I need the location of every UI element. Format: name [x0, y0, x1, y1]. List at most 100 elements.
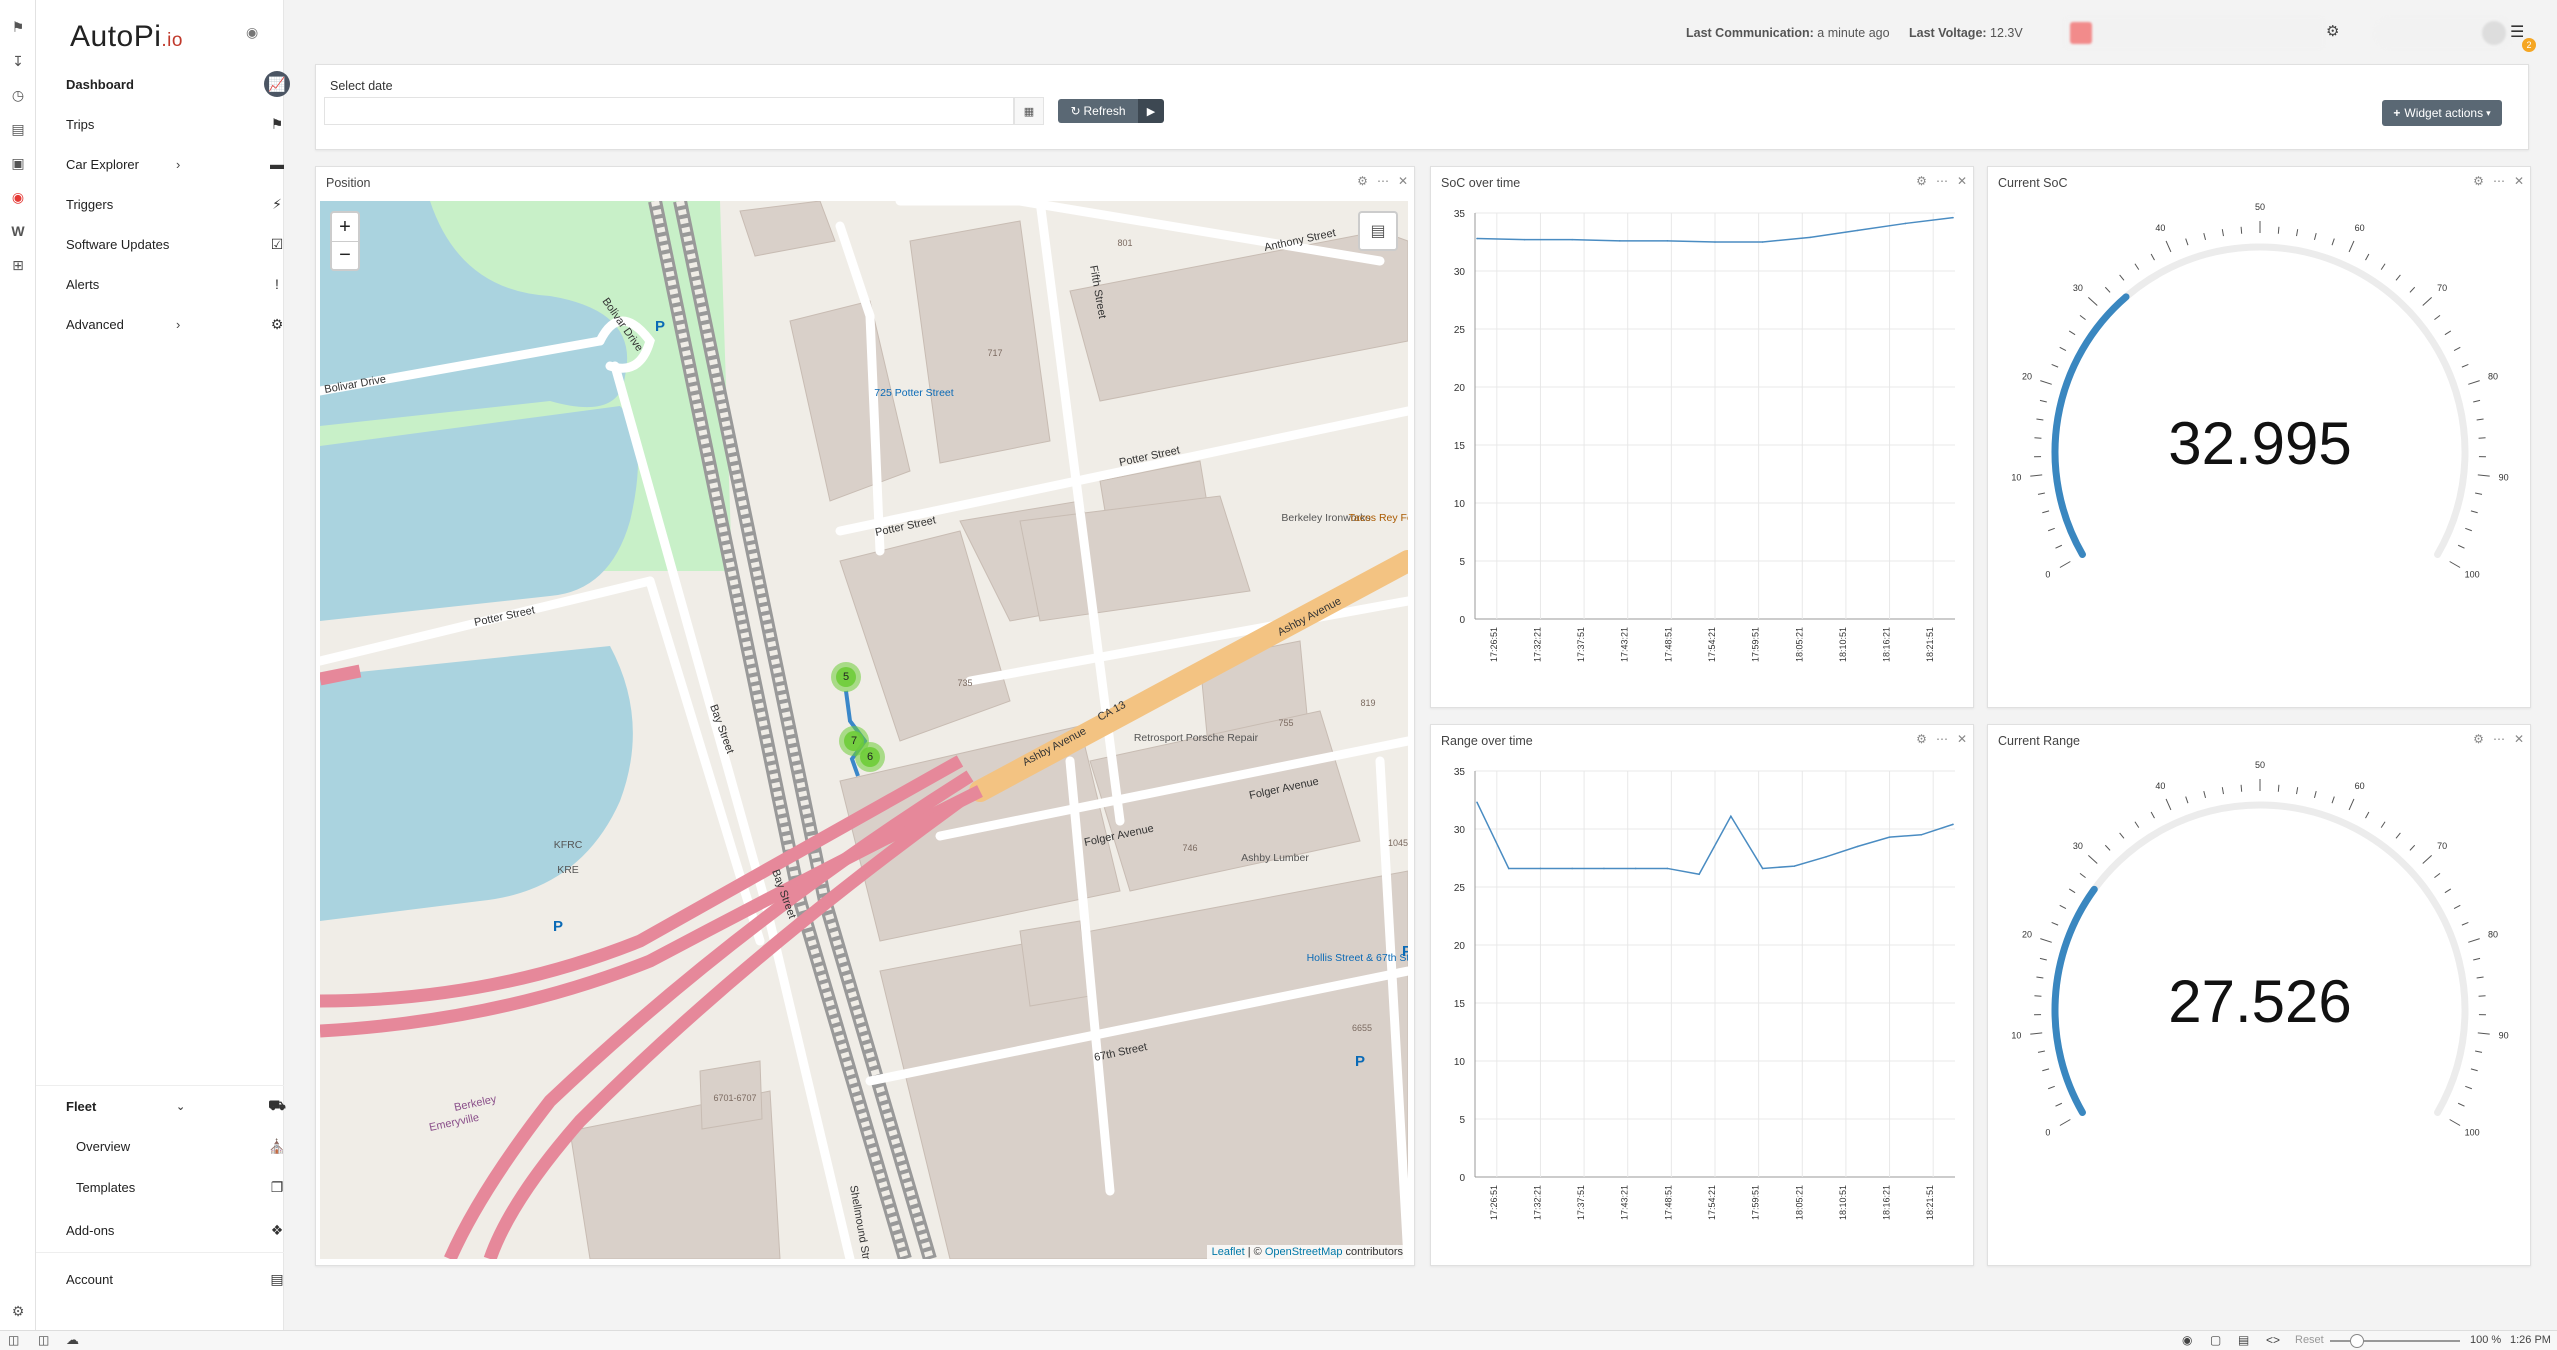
gauge-minor-tick: [2055, 1102, 2063, 1107]
settings-icon[interactable]: ⚙: [1916, 174, 1927, 188]
sidebar-item-account[interactable]: Account ▤: [66, 1266, 284, 1292]
chevron-down-icon: ⌄: [176, 1100, 186, 1113]
wallet-icon[interactable]: ▣: [9, 154, 27, 172]
more-icon[interactable]: ⋯: [1936, 174, 1948, 188]
gauge-minor-tick: [2059, 904, 2067, 909]
settings-icon[interactable]: ⚙: [1916, 732, 1927, 746]
sidebar-item-templates[interactable]: Templates ❐: [76, 1174, 283, 1200]
collapse-sidebar-icon[interactable]: ◉: [246, 24, 258, 41]
svg-text:725 Potter Street: 725 Potter Street: [874, 387, 953, 399]
openstreetmap-link[interactable]: OpenStreetMap: [1265, 1246, 1343, 1258]
more-icon[interactable]: ⋯: [1377, 174, 1389, 188]
notes-icon[interactable]: ▤: [9, 120, 27, 138]
tiling-icon[interactable]: ◫: [38, 1333, 49, 1347]
widget-actions-button[interactable]: + Widget actions ▾: [2382, 100, 2502, 126]
sidebar-item-add-ons[interactable]: Add-ons ❖: [66, 1217, 283, 1243]
gauge-minor-tick: [2465, 1085, 2473, 1090]
gauge-tick-label: 100: [2465, 570, 2480, 580]
camera-icon[interactable]: ◉: [2182, 1333, 2192, 1347]
widget-soc-over-time: SoC over time ⚙ ⋯ ✕ 0 5 10 15 20 25 30 35 17:26:51…: [1430, 166, 1974, 708]
sidebar-item-triggers[interactable]: Triggers ⚡: [66, 191, 282, 217]
sidebar-item-label: Add-ons: [66, 1222, 115, 1238]
close-icon[interactable]: ✕: [1957, 174, 1967, 188]
zoom-out-button[interactable]: −: [332, 241, 358, 269]
gear-icon[interactable]: ⚙: [2326, 22, 2339, 40]
sidebar-item-advanced[interactable]: Advanced › ⚙: [66, 311, 283, 337]
last-voltage: Last Voltage: 12.3V: [1909, 26, 2023, 40]
sidebar-item-alerts[interactable]: Alerts !: [66, 271, 279, 297]
divider: [36, 1085, 284, 1086]
zoom-in-button[interactable]: +: [332, 213, 358, 241]
sidebar-item-overview[interactable]: Overview ⛪: [76, 1133, 286, 1159]
gauge-minor-tick: [2476, 976, 2484, 979]
play-button[interactable]: ▶: [1138, 99, 1164, 123]
gauge-major-tick: [2059, 561, 2071, 568]
leaflet-link[interactable]: Leaflet: [1212, 1246, 1245, 1258]
svg-text:P: P: [553, 918, 563, 935]
download-icon[interactable]: ↧: [9, 52, 27, 70]
trip-cluster-marker[interactable]: 6: [855, 742, 885, 772]
gauge-tick-label: 50: [2255, 202, 2265, 212]
settings-icon[interactable]: ⚙: [1357, 174, 1368, 188]
image-icon[interactable]: ▤: [2238, 1333, 2249, 1347]
vivaldi-icon[interactable]: ◉: [9, 188, 27, 206]
sidebar-item-trips[interactable]: Trips ⚑: [66, 111, 283, 137]
date-input[interactable]: [324, 97, 1014, 125]
gauge-minor-tick: [2068, 888, 2076, 894]
device-selector[interactable]: [2064, 17, 2324, 49]
layers-icon[interactable]: ▤: [1358, 211, 1398, 251]
sidebar-item-car-explorer[interactable]: Car Explorer › ▬: [66, 151, 284, 177]
gauge-major-tick: [2422, 855, 2433, 864]
close-icon[interactable]: ✕: [1957, 732, 1967, 746]
data-point: [1523, 238, 1526, 241]
add-panel-icon[interactable]: ⊞: [9, 256, 27, 274]
notifications-icon[interactable]: ☰: [2510, 22, 2524, 42]
gauge-minor-tick: [2068, 330, 2076, 336]
close-icon[interactable]: ✕: [1398, 174, 1408, 188]
window-icon[interactable]: ▢: [2210, 1333, 2221, 1347]
svg-text:Hollis Street & 67th Street: Hollis Street & 67th Street: [1307, 952, 1408, 964]
trip-cluster-marker[interactable]: 5: [831, 662, 861, 692]
gauge-minor-tick: [2079, 872, 2086, 878]
map[interactable]: Bolivar Drive Bolivar Drive Potter Stree…: [320, 201, 1408, 1259]
cloud-icon[interactable]: ☁: [66, 1332, 79, 1348]
gauge-minor-tick: [2461, 921, 2469, 926]
history-icon[interactable]: ◷: [9, 86, 27, 104]
autopi-logo[interactable]: AutoPi.io: [70, 20, 183, 54]
x-tick-label: 17:32:21: [1532, 1185, 1542, 1220]
data-point: [1666, 240, 1669, 242]
checkbox-icon: ☑: [270, 235, 284, 252]
sidebar-item-dashboard[interactable]: Dashboard 📈: [66, 71, 290, 97]
zoom-slider-handle[interactable]: [2350, 1334, 2364, 1348]
gauge-minor-tick: [2104, 844, 2111, 851]
svg-text:Emeryville: Emeryville: [428, 1112, 480, 1134]
gauge-tick-label: 40: [2155, 223, 2165, 233]
settings-icon[interactable]: ⚙: [9, 1302, 27, 1320]
sidebar-item-software-updates[interactable]: Software Updates ☑: [66, 231, 283, 257]
gauge-minor-tick: [2051, 921, 2059, 926]
wikipedia-icon[interactable]: W: [9, 222, 27, 240]
gauge-major-tick: [2449, 1119, 2461, 1126]
widget-actions-label: Widget actions: [2404, 106, 2484, 120]
code-icon[interactable]: <>: [2266, 1333, 2280, 1347]
user-menu[interactable]: [2374, 17, 2514, 49]
zoom-slider[interactable]: [2330, 1334, 2460, 1348]
data-point: [1857, 845, 1859, 848]
zoom-reset-button[interactable]: Reset: [2295, 1334, 2324, 1346]
range-line-chart: 0 5 10 15 20 25 30 35 17:26:51 17:32:21 17:37:51 17…: [1454, 767, 1955, 1220]
sidebar-item-fleet[interactable]: Fleet ⌄ ⛟: [66, 1093, 286, 1119]
refresh-button[interactable]: ↻ Refresh: [1058, 99, 1138, 123]
bookmark-icon[interactable]: ⚑: [9, 18, 27, 36]
svg-text:Tacos Rey Fo Truck: Tacos Rey Fo Truck: [1349, 512, 1408, 524]
calendar-icon[interactable]: ▦: [1014, 97, 1044, 125]
panel-toggle-icon[interactable]: ◫: [8, 1333, 19, 1347]
gauge-major-tick: [2477, 1032, 2490, 1035]
gauge-tick-label: 30: [2073, 283, 2083, 293]
gauge-minor-tick: [2047, 527, 2055, 532]
y-tick-label: 15: [1454, 999, 1466, 1010]
y-tick-label: 5: [1459, 557, 1465, 568]
gauge-major-tick: [2040, 380, 2052, 385]
map-icon: ⚑: [270, 115, 284, 132]
last-communication: Last Communication: a minute ago: [1686, 26, 1890, 40]
more-icon[interactable]: ⋯: [1936, 732, 1948, 746]
